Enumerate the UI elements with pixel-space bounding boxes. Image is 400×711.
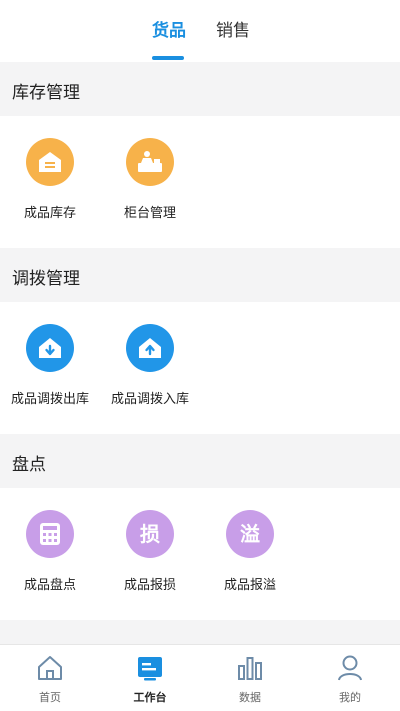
section-title: 库存管理 <box>12 83 80 103</box>
transfer-in-icon <box>126 324 174 372</box>
top-tab-bar: 货品 销售 <box>0 0 400 62</box>
nav-workbench[interactable]: 工作台 <box>100 653 200 705</box>
nav-data[interactable]: 数据 <box>200 653 300 705</box>
transfer-out-icon <box>26 324 74 372</box>
nav-label: 首页 <box>39 691 61 704</box>
item-finished-inventory[interactable]: 成品库存 <box>0 138 100 221</box>
warehouse-icon <box>26 138 74 186</box>
bottom-nav: 首页 工作台 数据 我的 <box>0 644 400 711</box>
loss-glyph: 损 <box>140 522 160 546</box>
workbench-icon <box>135 653 165 683</box>
section-title: 调拨管理 <box>12 269 80 289</box>
section-header-partial <box>0 620 400 644</box>
calculator-icon <box>26 510 74 558</box>
item-stocktake[interactable]: 成品盘点 <box>0 510 100 593</box>
nav-label: 数据 <box>239 691 261 704</box>
item-label: 成品库存 <box>23 206 76 221</box>
item-label: 成品调拨出库 <box>10 392 89 407</box>
item-counter-management[interactable]: 柜台管理 <box>100 138 200 221</box>
nav-label: 我的 <box>339 691 361 704</box>
nav-home[interactable]: 首页 <box>0 653 100 705</box>
section-header-transfer: 调拨管理 <box>0 248 400 302</box>
nav-label: 工作台 <box>133 691 167 704</box>
user-icon <box>335 653 365 683</box>
bar-chart-icon <box>235 653 265 683</box>
overflow-icon: 溢 <box>226 510 274 558</box>
item-label: 柜台管理 <box>123 206 176 221</box>
tab-sales[interactable]: 销售 <box>216 16 250 41</box>
overflow-glyph: 溢 <box>240 522 260 546</box>
section-header-inventory: 库存管理 <box>0 62 400 116</box>
item-label: 成品调拨入库 <box>110 392 189 407</box>
item-transfer-out[interactable]: 成品调拨出库 <box>0 324 100 407</box>
loss-icon: 损 <box>126 510 174 558</box>
item-report-overflow[interactable]: 溢 成品报溢 <box>200 510 300 593</box>
item-transfer-in[interactable]: 成品调拨入库 <box>100 324 200 407</box>
item-label: 成品盘点 <box>23 578 76 593</box>
section-header-stocktake: 盘点 <box>0 434 400 488</box>
active-tab-indicator <box>152 56 184 60</box>
item-report-loss[interactable]: 损 成品报损 <box>100 510 200 593</box>
counter-icon <box>126 138 174 186</box>
nav-profile[interactable]: 我的 <box>300 653 400 705</box>
section-title: 盘点 <box>12 455 46 475</box>
tab-goods[interactable]: 货品 <box>152 16 186 41</box>
home-icon <box>35 653 65 683</box>
item-label: 成品报损 <box>123 578 176 593</box>
item-label: 成品报溢 <box>223 578 276 593</box>
